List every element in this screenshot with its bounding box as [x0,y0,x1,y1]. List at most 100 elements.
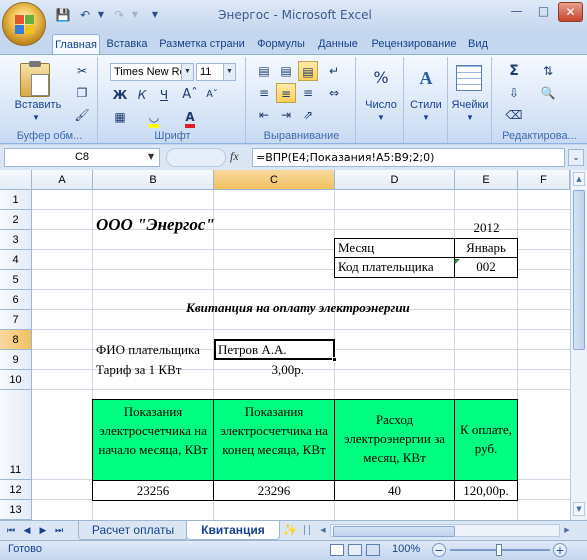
paste-icon[interactable] [20,61,50,97]
zoom-in-icon[interactable]: + [553,543,567,557]
align-left-icon[interactable]: ≡ [254,83,274,103]
worksheet-grid[interactable]: A B C D E F 1 2 3 4 5 6 7 8 9 10 11 12 1… [0,170,570,520]
paste-dropdown-icon[interactable]: ▼ [30,113,42,122]
name-box-dropdown-icon[interactable]: ▼ [148,152,154,161]
tab-view[interactable]: Вид [464,34,492,54]
redo-dropdown-icon[interactable]: ▼ [126,6,144,24]
tab-data[interactable]: Данные [312,34,364,54]
row-header[interactable]: 3 [0,230,32,250]
col-header-a[interactable]: A [32,170,93,190]
zoom-out-icon[interactable]: − [432,543,446,557]
col-header-f[interactable]: F [518,170,570,190]
row-header[interactable]: 12 [0,480,32,500]
font-name-select[interactable]: Times New Ro ▼ [110,63,194,81]
cells-icon[interactable] [456,65,482,91]
office-button[interactable] [2,2,46,46]
align-right-icon[interactable]: ≡ [298,83,318,103]
row-header[interactable]: 7 [0,310,32,330]
copy-icon[interactable]: ❐ [72,83,92,103]
row-header[interactable]: 10 [0,370,32,390]
col-header-b[interactable]: B [93,170,214,190]
minimize-button[interactable]: — [504,2,529,22]
prev-sheet-icon[interactable]: ◀ [20,521,34,539]
scroll-left-icon[interactable]: ◀ [318,524,328,536]
italic-button[interactable]: К [132,85,152,105]
styles-button[interactable]: Стили [404,99,448,111]
fill-icon[interactable]: ⇩ [504,83,524,103]
scroll-thumb[interactable] [573,190,585,350]
last-sheet-icon[interactable]: ⏭ [52,521,66,539]
sort-filter-icon[interactable]: ⇅ [538,61,558,81]
fill-handle[interactable] [332,357,337,362]
fill-color-icon[interactable]: ◡ [144,107,164,128]
styles-dropdown-icon[interactable]: ▼ [404,113,448,122]
horizontal-scrollbar[interactable] [330,524,560,537]
decrease-indent-icon[interactable]: ⇤ [254,105,274,125]
sheet-tab-active[interactable]: Квитанция [186,521,280,540]
align-middle-icon[interactable]: ▤ [276,61,296,81]
font-color-icon[interactable]: A [180,107,200,128]
autosum-icon[interactable]: Σ [504,61,524,81]
tab-review[interactable]: Рецензирование [366,34,462,54]
row-header[interactable]: 9 [0,350,32,370]
row-header[interactable]: 5 [0,270,32,290]
cut-icon[interactable]: ✂ [72,61,92,81]
select-all-corner[interactable] [0,170,32,190]
row-header[interactable]: 11 [0,390,32,480]
tab-home[interactable]: Главная [52,34,100,54]
row-header[interactable]: 2 [0,210,32,230]
scroll-up-icon[interactable]: ▲ [573,172,585,186]
borders-icon[interactable]: ▦ [110,107,130,127]
tab-formulas[interactable]: Формулы [252,34,310,54]
name-box[interactable]: C8 [4,148,160,167]
align-bottom-icon[interactable]: ▤ [298,61,318,81]
maximize-button[interactable]: □ [531,2,556,22]
align-center-icon[interactable]: ≡ [276,83,296,103]
close-button[interactable]: ✕ [558,2,583,22]
merge-cells-icon[interactable]: ⇔ [324,83,344,103]
row-header[interactable]: 4 [0,250,32,270]
scroll-down-icon[interactable]: ▼ [573,502,585,516]
normal-view-icon[interactable] [330,544,344,556]
find-select-icon[interactable]: 🔍 [538,83,558,103]
formula-input[interactable]: =ВПР(E4;Показания!A5:B9;2;0) [252,148,565,167]
insert-sheet-icon[interactable]: ✨ [280,521,300,539]
font-size-select[interactable]: 11 ▼ [196,63,236,81]
increase-indent-icon[interactable]: ⇥ [276,105,296,125]
wrap-text-icon[interactable]: ↵ [324,61,344,81]
page-break-view-icon[interactable] [366,544,380,556]
page-layout-view-icon[interactable] [348,544,362,556]
underline-button[interactable]: Ч [154,85,174,105]
number-button[interactable]: Число [358,99,404,111]
styles-icon[interactable]: A [412,63,440,93]
row-header[interactable]: 6 [0,290,32,310]
row-header[interactable]: 8 [0,330,32,350]
col-header-d[interactable]: D [335,170,455,190]
sheet-tab[interactable]: Расчет оплаты [78,521,188,540]
number-dropdown-icon[interactable]: ▼ [358,113,404,122]
fio-value-selected-cell[interactable]: Петров А.А. [214,339,335,360]
orientation-icon[interactable]: ⇗ [298,105,318,125]
align-top-icon[interactable]: ▤ [254,61,274,81]
bold-button[interactable]: Ж [110,85,130,105]
scroll-right-icon[interactable]: ▶ [562,524,572,536]
cells-button[interactable]: Ячейки [448,99,492,111]
undo-dropdown-icon[interactable]: ▼ [92,6,110,24]
next-sheet-icon[interactable]: ▶ [36,521,50,539]
formula-bar-handle[interactable] [166,148,226,167]
zoom-slider-thumb[interactable] [496,544,502,556]
increase-font-icon[interactable]: Aˆ [180,85,200,105]
paste-button[interactable]: Вставить [8,99,68,111]
tab-insert[interactable]: Вставка [102,34,152,54]
percent-icon[interactable]: % [366,63,396,93]
hscroll-thumb[interactable] [333,526,455,537]
expand-formula-icon[interactable]: ⌄ [568,149,584,166]
cells-dropdown-icon[interactable]: ▼ [448,113,492,122]
format-painter-icon[interactable]: 🖌 [72,105,92,125]
insert-function-icon[interactable]: fx [230,149,239,164]
col-header-e[interactable]: E [455,170,518,190]
save-icon[interactable]: 💾 [54,6,72,24]
decrease-font-icon[interactable]: Aˇ [202,85,222,105]
clear-icon[interactable]: ⌫ [504,105,524,125]
col-header-c[interactable]: C [214,170,335,190]
